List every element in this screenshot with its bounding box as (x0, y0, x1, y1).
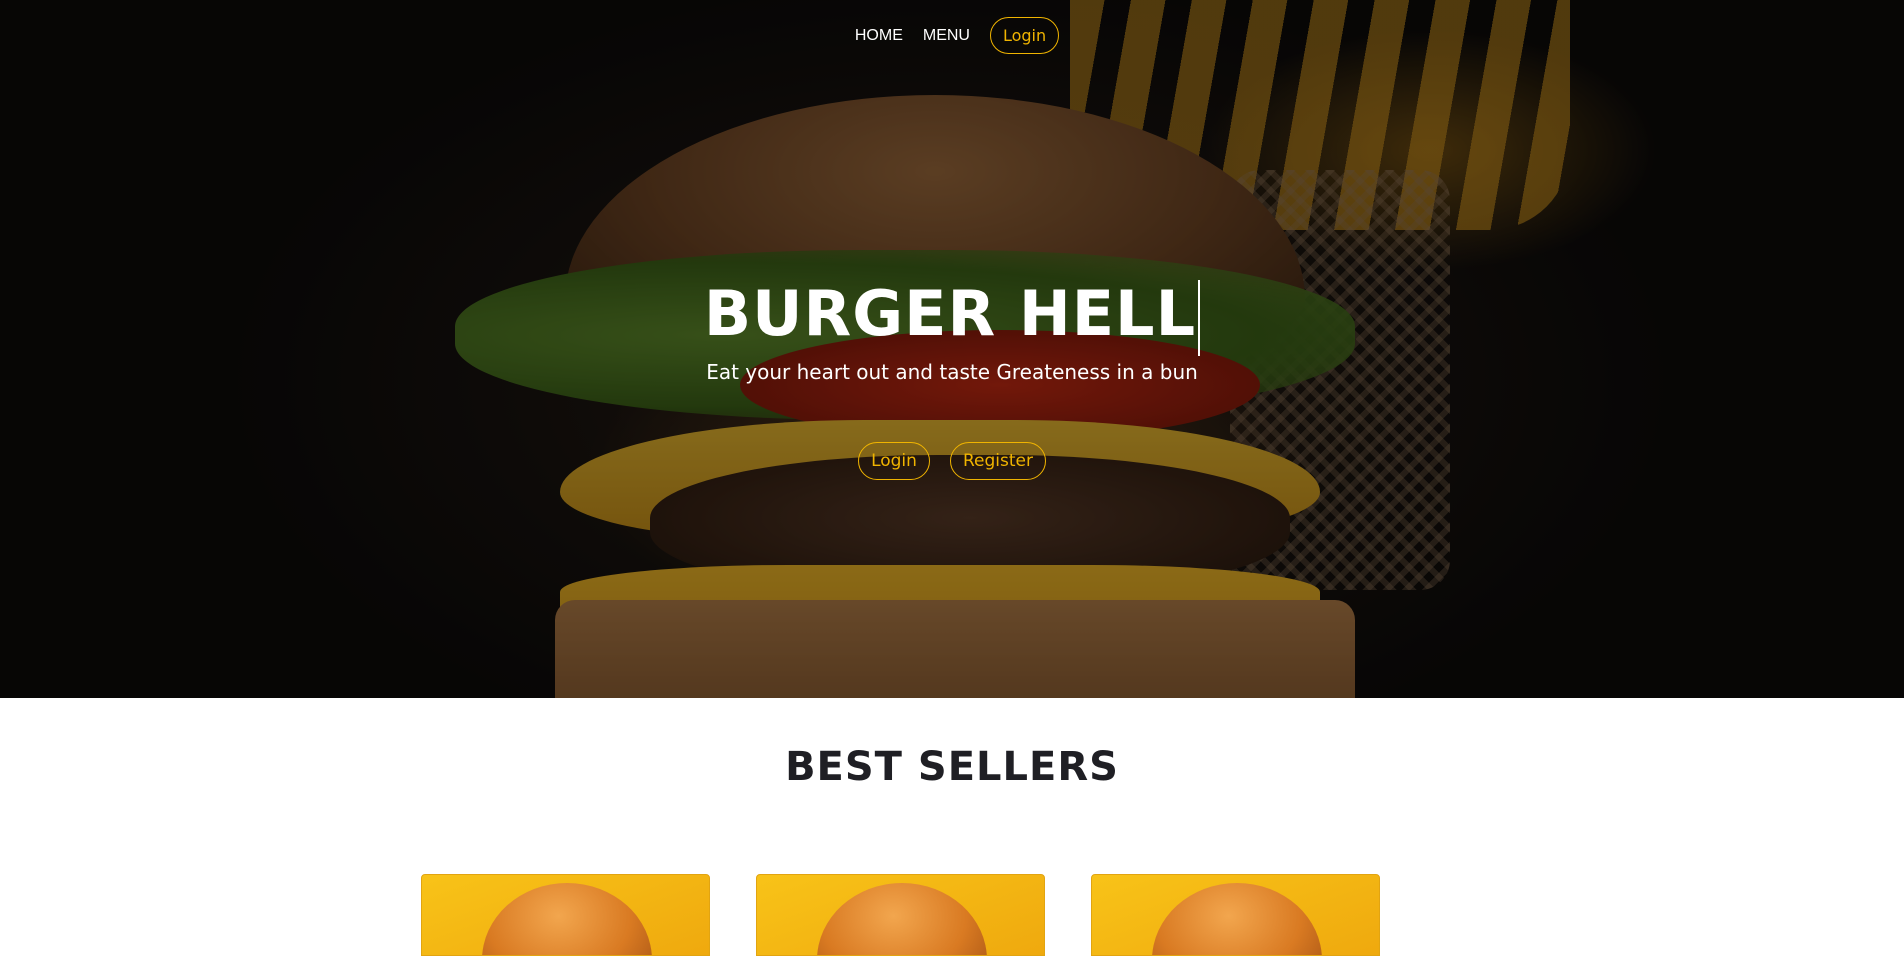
nav-menu-link[interactable]: MENU (923, 27, 970, 45)
burger-image (817, 883, 987, 955)
burger-image (482, 883, 652, 955)
hero-title: BURGER HELL (703, 277, 1197, 350)
nav-login-button[interactable]: Login (989, 17, 1060, 54)
top-nav: HOME MENU Login (0, 17, 1904, 54)
burger-image (1152, 883, 1322, 955)
hero-title-wrap: BURGER HELL (0, 278, 1904, 356)
product-card[interactable] (1091, 874, 1380, 956)
hero-buttons: Login Register (0, 442, 1904, 480)
product-card[interactable] (421, 874, 710, 956)
hero-section: HOME MENU Login BURGER HELL Eat your hea… (0, 0, 1904, 698)
nav-home-link[interactable]: HOME (855, 27, 903, 45)
best-sellers-cards (421, 874, 1380, 956)
hero-subtitle: Eat your heart out and taste Greateness … (706, 360, 1198, 384)
product-card[interactable] (756, 874, 1045, 956)
hero-register-button[interactable]: Register (949, 442, 1046, 480)
typing-caret (1198, 279, 1201, 356)
hero-login-button[interactable]: Login (858, 442, 930, 480)
best-sellers-title: BEST SELLERS (785, 744, 1119, 790)
